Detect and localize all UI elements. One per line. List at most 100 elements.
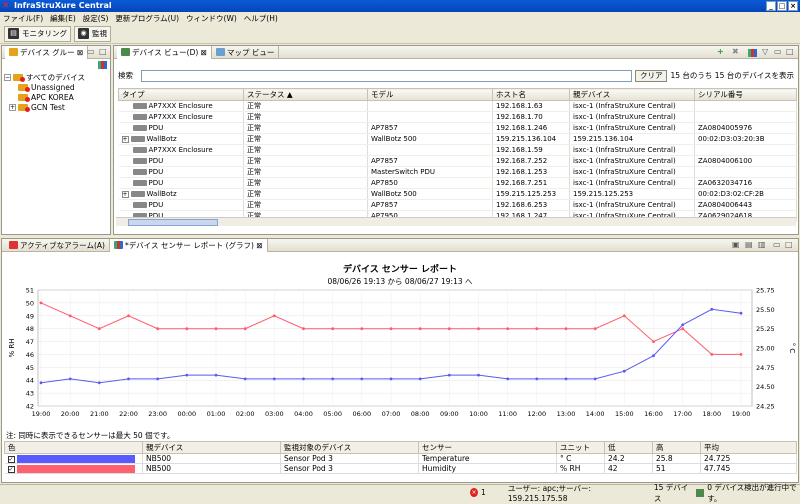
delete-icon[interactable]: ✖ xyxy=(732,47,739,56)
column-header-host[interactable]: ホスト名 xyxy=(492,88,570,101)
horizontal-scrollbar[interactable] xyxy=(116,217,796,226)
device-groups-panel: デバイス グルー ⊠ ▭ □ − すべてのデバイス Unassigned APC … xyxy=(1,45,111,235)
chart-view-icon[interactable] xyxy=(748,49,757,57)
view-menu-icon[interactable]: ▽ xyxy=(762,47,768,56)
search-input[interactable] xyxy=(141,69,632,82)
legend-row[interactable]: ✓ NB500 Sensor Pod 3 Humidity% RH 42 51 47.745 xyxy=(4,463,797,474)
table-cell-type: AP7XXX Enclosure xyxy=(118,144,244,156)
monitoring-button[interactable]: ▤ モニタリング xyxy=(4,25,71,42)
column-header-parent[interactable]: 親デバイス xyxy=(569,88,695,101)
table-row[interactable]: AP7XXX Enclosure 正常 192.168.1.63 isxc-1 (In… xyxy=(118,100,797,112)
minimize-button[interactable]: _ xyxy=(766,1,776,11)
discovery-status: 0 デバイス検出が進行中です。 xyxy=(707,482,797,503)
table-row[interactable]: AP7XXX Enclosure 正常 192.168.1.70 isxc-1 (In… xyxy=(118,111,797,123)
maximize-view-icon[interactable]: □ xyxy=(786,47,794,56)
error-icon[interactable]: × xyxy=(470,488,479,497)
alarm-icon xyxy=(9,241,18,249)
data-point-humidity xyxy=(535,327,539,331)
minimize-view-icon[interactable]: ▭ xyxy=(773,240,781,249)
table-row[interactable]: AP7XXX Enclosure 正常 192.168.1.59 isxc-1 (In… xyxy=(118,144,797,156)
chart-view-icon[interactable] xyxy=(98,61,107,69)
tab-map-view[interactable]: マップ ビュー xyxy=(212,45,280,59)
legend-cell-sensor: Humidity xyxy=(418,463,557,474)
device-icon xyxy=(130,191,145,197)
expand-icon[interactable]: + xyxy=(121,135,129,143)
table-row[interactable]: PDU 正常 MasterSwitch PDU 192.168.1.253 isxc-1… xyxy=(118,166,797,178)
y-tick-label: 48 xyxy=(26,325,34,333)
clear-button[interactable]: クリア xyxy=(634,69,668,82)
series-color-swatch xyxy=(16,465,135,473)
tree-node-unassigned[interactable]: Unassigned xyxy=(4,82,85,92)
menu-updates[interactable]: 更新プログラム(U) xyxy=(115,13,179,24)
table-row[interactable]: PDU 正常 AP7857 192.168.1.246 isxc-1 (InfraStr… xyxy=(118,122,797,134)
data-point-humidity xyxy=(302,327,305,331)
y-tick-label: 47 xyxy=(26,338,34,346)
x-tick-label: 13:00 xyxy=(557,410,576,418)
menu-settings[interactable]: 設定(S) xyxy=(83,13,109,24)
column-header-serial[interactable]: シリアル番号 xyxy=(694,88,797,101)
minimize-view-icon[interactable]: ▭ xyxy=(87,47,95,56)
tree-node-gcn-test[interactable]: + GCN Test xyxy=(4,102,85,112)
error-count: 1 xyxy=(481,488,486,497)
legend-column-header[interactable]: センサー xyxy=(418,441,557,454)
legend-column-header[interactable]: 高 xyxy=(652,441,701,454)
menu-window[interactable]: ウィンドウ(W) xyxy=(186,13,237,24)
menu-help[interactable]: ヘルプ(H) xyxy=(244,13,278,24)
legend-color-cell: ✓ xyxy=(4,453,143,464)
tab-sensor-report[interactable]: *デバイス センサー レポート (グラフ) ⊠ xyxy=(109,238,268,252)
data-point-humidity xyxy=(593,327,597,331)
x-tick-label: 03:00 xyxy=(265,410,284,418)
legend-column-header[interactable]: 低 xyxy=(604,441,653,454)
legend-cell-parent: NB500 xyxy=(142,453,281,464)
maximize-view-icon[interactable]: □ xyxy=(785,240,793,249)
tab-active-alarms[interactable]: アクティブなアラーム(A) xyxy=(5,238,110,252)
table-row[interactable]: + WallBotz 正常 WallBotz 500 159.215.125.253 15… xyxy=(118,188,797,200)
scrollbar-thumb[interactable] xyxy=(128,219,218,226)
legend-row[interactable]: ✓ NB500 Sensor Pod 3 Temperature ° C 24.2 25.8… xyxy=(4,453,797,464)
data-point-humidity xyxy=(214,327,218,331)
export-icon[interactable]: ▤ xyxy=(745,240,753,249)
column-header-model[interactable]: モデル xyxy=(367,88,493,101)
minimize-view-icon[interactable]: ▭ xyxy=(774,47,782,56)
legend-column-header[interactable]: ユニット xyxy=(556,441,605,454)
surveillance-button[interactable]: ◉ 監視 xyxy=(74,25,111,42)
column-header-status[interactable]: ステータス ▲ xyxy=(243,88,368,101)
table-cell-serial xyxy=(694,100,797,112)
save-icon[interactable]: ▣ xyxy=(732,240,740,249)
table-row[interactable]: PDU 正常 AP7857 192.168.6.253 isxc-1 (InfraStr… xyxy=(118,199,797,211)
expand-icon[interactable]: + xyxy=(9,103,16,111)
menu-edit[interactable]: 編集(E) xyxy=(50,13,76,24)
data-point-humidity xyxy=(739,353,743,356)
device-icon xyxy=(132,147,147,153)
legend-column-header[interactable]: 監視対象のデバイス xyxy=(280,441,419,454)
data-point-humidity xyxy=(564,327,568,331)
legend-column-header[interactable]: 色 xyxy=(4,441,143,454)
x-tick-label: 02:00 xyxy=(236,410,255,418)
maximize-view-icon[interactable]: □ xyxy=(99,47,107,56)
graph-icon[interactable]: ▥ xyxy=(758,240,766,249)
expand-icon[interactable]: + xyxy=(121,190,129,198)
table-row[interactable]: PDU 正常 AP7850 192.168.7.251 isxc-1 (InfraStr… xyxy=(118,177,797,189)
series-checkbox[interactable]: ✓ xyxy=(7,465,15,473)
legend-column-header[interactable]: 平均 xyxy=(700,441,797,454)
legend-column-header[interactable]: 親デバイス xyxy=(142,441,281,454)
collapse-icon[interactable]: − xyxy=(4,73,11,81)
tab-device-groups[interactable]: デバイス グルー ⊠ xyxy=(5,45,89,59)
series-checkbox[interactable]: ✓ xyxy=(7,455,15,463)
close-button[interactable]: × xyxy=(788,1,798,11)
table-row[interactable]: PDU 正常 AP7857 192.168.7.252 isxc-1 (InfraStr… xyxy=(118,155,797,167)
tab-device-view[interactable]: デバイス ビュー(D) ⊠ xyxy=(117,45,212,59)
table-cell-serial: ZA0804006443 xyxy=(694,199,797,211)
legend-cell-sensor: Temperature xyxy=(418,453,557,464)
table-cell-host: 192.168.1.63 xyxy=(492,100,570,112)
y2-tick-label: 24.50 xyxy=(756,383,775,391)
table-row[interactable]: + WallBotz 正常 WallBotz 500 159.215.136.104 15… xyxy=(118,133,797,145)
menu-file[interactable]: ファイル(F) xyxy=(3,13,43,24)
tree-node-all-devices[interactable]: − すべてのデバイス xyxy=(4,72,85,82)
add-icon[interactable]: + xyxy=(717,47,724,56)
tree-node-apc-korea[interactable]: APC KOREA xyxy=(4,92,85,102)
column-header-type[interactable]: タイプ xyxy=(118,88,244,101)
table-cell-parent: isxc-1 (InfraStruXure Central) xyxy=(569,199,695,211)
device-count-text: 15 台のうち 15 台のデバイスを表示 xyxy=(670,71,794,80)
maximize-button[interactable]: □ xyxy=(777,1,787,11)
